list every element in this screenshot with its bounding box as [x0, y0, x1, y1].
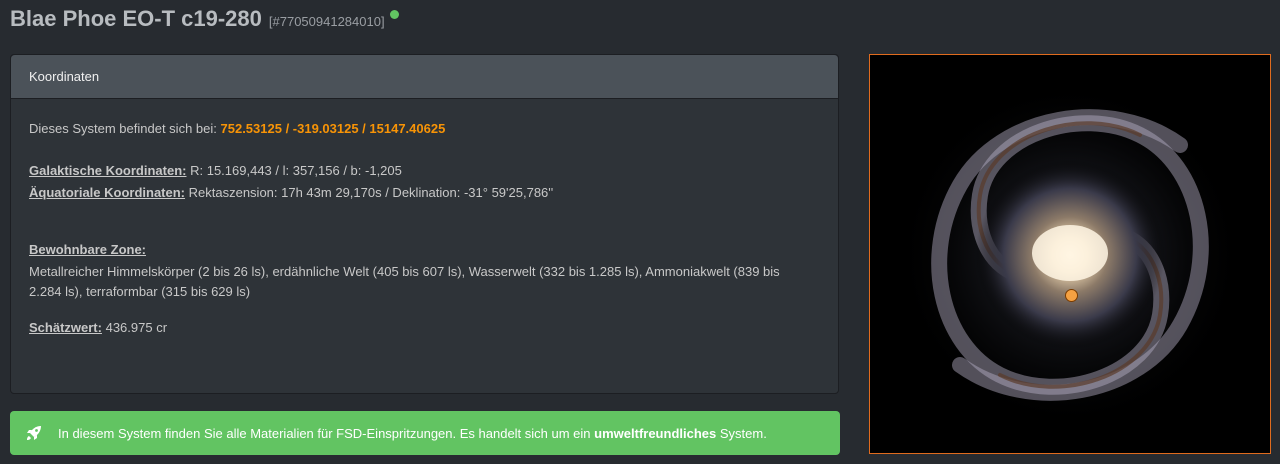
galactic-line: Galaktische Koordinaten: R: 15.169,443 /…	[29, 161, 820, 181]
galaxy-map[interactable]	[869, 54, 1271, 454]
system-name: Blae Phoe EO-T c19-280	[10, 6, 262, 31]
system-id: [#77050941284010]	[268, 14, 385, 29]
page-header: Blae Phoe EO-T c19-280 [#77050941284010]	[10, 6, 399, 40]
alert-text-bold: umweltfreundliches	[594, 425, 717, 441]
location-line: Dieses System befindet sich bei: 752.531…	[29, 119, 820, 139]
coordinates-panel: Koordinaten Dieses System befindet sich …	[10, 54, 839, 394]
alert-text-before: In diesem System finden Sie alle Materia…	[58, 425, 591, 441]
equatorial-label: Äquatoriale Koordinaten:	[29, 185, 186, 200]
habitable-label-line: Bewohnbare Zone:	[29, 240, 820, 260]
alert-text-after: System.	[719, 425, 767, 441]
equatorial-value: Rektaszension: 17h 43m 29,170s / Deklina…	[188, 185, 554, 200]
location-value: 752.53125 / -319.03125 / 15147.40625	[220, 121, 446, 136]
estimate-value: 436.975 cr	[105, 320, 168, 335]
system-position-marker[interactable]	[1065, 289, 1078, 302]
galactic-value: R: 15.169,443 / l: 357,156 / b: -1,205	[190, 163, 402, 178]
status-dot-icon	[389, 10, 399, 19]
panel-title: Koordinaten	[11, 55, 838, 99]
estimate-line: Schätzwert: 436.975 cr	[29, 318, 820, 338]
rocket-icon	[27, 426, 41, 440]
estimate-label: Schätzwert:	[29, 320, 102, 335]
alert-message: In diesem System finden Sie alle Materia…	[58, 426, 767, 441]
location-text: Dieses System befindet sich bei:	[29, 121, 217, 136]
eco-alert: In diesem System finden Sie alle Materia…	[10, 411, 840, 455]
habitable-label: Bewohnbare Zone:	[29, 242, 147, 257]
galactic-label: Galaktische Koordinaten:	[29, 163, 187, 178]
habitable-value: Metallreicher Himmelskörper (2 bis 26 ls…	[29, 264, 780, 299]
equatorial-line: Äquatoriale Koordinaten: Rektaszension: …	[29, 183, 820, 203]
galaxy-image	[870, 55, 1270, 453]
